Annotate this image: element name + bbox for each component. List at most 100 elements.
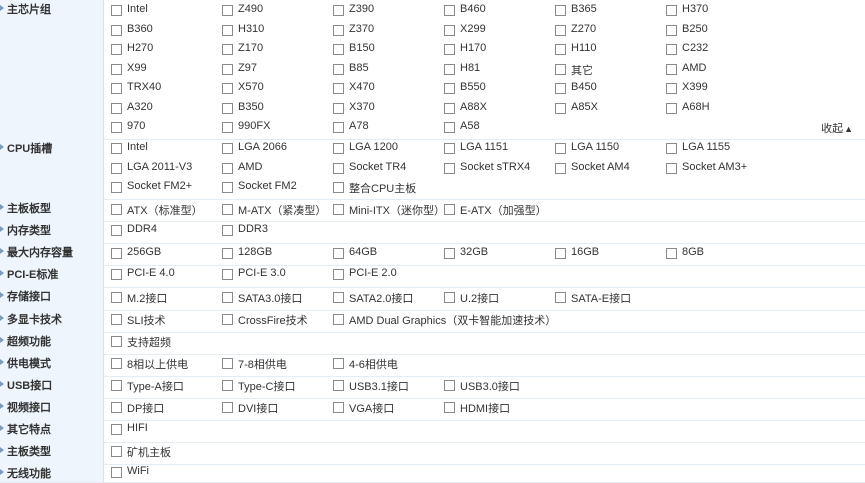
filter-checkbox[interactable] — [333, 292, 344, 303]
filter-checkbox[interactable] — [222, 402, 233, 413]
filter-checkbox[interactable] — [333, 162, 344, 174]
filter-checkbox[interactable] — [444, 204, 455, 215]
filter-checkbox[interactable] — [333, 63, 344, 75]
filter-checkbox[interactable] — [333, 44, 344, 55]
filter-option-label: HIFI — [127, 422, 148, 434]
filter-checkbox[interactable] — [444, 24, 455, 36]
filter-checkbox[interactable] — [666, 5, 677, 16]
filter-checkbox[interactable] — [222, 204, 233, 215]
filter-option-label: Socket sTRX4 — [460, 160, 531, 173]
filter-checkbox[interactable] — [111, 269, 122, 280]
filter-checkbox[interactable] — [666, 248, 677, 259]
filter-checkbox[interactable] — [222, 182, 233, 193]
filter-option-label: 128GB — [238, 246, 273, 258]
filter-checkbox[interactable] — [222, 122, 233, 133]
filter-category: 主板类型 — [0, 442, 104, 464]
filter-checkbox[interactable] — [555, 143, 566, 154]
filter-checkbox[interactable] — [444, 122, 455, 133]
filter-checkbox[interactable] — [666, 63, 677, 75]
filter-checkbox[interactable] — [111, 44, 122, 55]
filter-checkbox[interactable] — [111, 204, 122, 215]
filter-checkbox[interactable] — [333, 182, 344, 193]
filter-checkbox[interactable] — [555, 63, 566, 75]
filter-option-label: 970 — [127, 120, 146, 132]
filter-checkbox[interactable] — [333, 143, 344, 154]
filter-checkbox[interactable] — [333, 314, 344, 325]
filter-checkbox[interactable] — [444, 63, 455, 75]
filter-checkbox[interactable] — [111, 336, 122, 347]
filter-checkbox[interactable] — [333, 83, 344, 94]
filter-checkbox[interactable] — [333, 248, 344, 259]
filter-checkbox[interactable] — [111, 122, 122, 133]
filter-checkbox[interactable] — [333, 5, 344, 16]
filter-checkbox[interactable] — [111, 143, 122, 154]
filter-checkbox[interactable] — [111, 5, 122, 16]
filter-checkbox[interactable] — [333, 24, 344, 36]
filter-checkbox[interactable] — [222, 380, 233, 391]
filter-checkbox[interactable] — [222, 225, 233, 236]
filter-checkbox[interactable] — [111, 402, 122, 413]
filter-checkbox[interactable] — [111, 424, 122, 435]
filter-checkbox[interactable] — [222, 269, 233, 280]
filter-checkbox[interactable] — [444, 292, 455, 303]
filter-checkbox[interactable] — [555, 162, 566, 174]
filter-checkbox[interactable] — [111, 102, 122, 114]
filter-checkbox[interactable] — [222, 143, 233, 154]
filter-checkbox[interactable] — [555, 248, 566, 259]
filter-checkbox[interactable] — [111, 467, 122, 478]
filter-checkbox[interactable] — [111, 182, 122, 193]
filter-checkbox[interactable] — [666, 44, 677, 55]
filter-checkbox[interactable] — [222, 314, 233, 325]
filter-checkbox[interactable] — [222, 63, 233, 75]
filter-checkbox[interactable] — [444, 380, 455, 391]
filter-checkbox[interactable] — [222, 83, 233, 94]
filter-checkbox[interactable] — [111, 162, 122, 174]
filter-checkbox[interactable] — [666, 102, 677, 114]
filter-checkbox[interactable] — [444, 83, 455, 94]
filter-checkbox[interactable] — [333, 122, 344, 133]
triangle-right-icon — [0, 5, 4, 11]
filter-checkbox[interactable] — [666, 83, 677, 94]
filter-checkbox[interactable] — [222, 44, 233, 55]
filter-checkbox[interactable] — [444, 102, 455, 114]
filter-checkbox[interactable] — [111, 63, 122, 75]
filter-checkbox[interactable] — [555, 102, 566, 114]
filter-checkbox[interactable] — [555, 24, 566, 36]
filter-checkbox[interactable] — [111, 83, 122, 94]
filter-checkbox[interactable] — [111, 314, 122, 325]
filter-checkbox[interactable] — [444, 5, 455, 16]
filter-checkbox[interactable] — [222, 102, 233, 114]
filter-checkbox[interactable] — [666, 143, 677, 154]
filter-checkbox[interactable] — [222, 292, 233, 303]
filter-checkbox[interactable] — [555, 83, 566, 94]
filter-checkbox[interactable] — [333, 402, 344, 413]
filter-checkbox[interactable] — [666, 162, 677, 174]
filter-checkbox[interactable] — [333, 204, 344, 215]
filter-checkbox[interactable] — [111, 358, 122, 369]
filter-checkbox[interactable] — [222, 358, 233, 369]
filter-checkbox[interactable] — [555, 5, 566, 16]
filter-checkbox[interactable] — [222, 24, 233, 36]
filter-checkbox[interactable] — [111, 380, 122, 391]
filter-checkbox[interactable] — [444, 162, 455, 174]
filter-checkbox[interactable] — [333, 269, 344, 280]
filter-checkbox[interactable] — [555, 44, 566, 55]
filter-checkbox[interactable] — [111, 248, 122, 259]
filter-checkbox[interactable] — [222, 162, 233, 174]
filter-checkbox[interactable] — [111, 292, 122, 303]
filter-checkbox[interactable] — [222, 5, 233, 16]
filter-checkbox[interactable] — [555, 292, 566, 303]
filter-checkbox[interactable] — [333, 102, 344, 114]
filter-checkbox[interactable] — [111, 24, 122, 36]
filter-checkbox[interactable] — [444, 143, 455, 154]
filter-checkbox[interactable] — [444, 248, 455, 259]
filter-checkbox[interactable] — [111, 446, 122, 457]
filter-checkbox[interactable] — [333, 358, 344, 369]
filter-checkbox[interactable] — [222, 248, 233, 259]
filter-checkbox[interactable] — [111, 225, 122, 236]
filter-checkbox[interactable] — [444, 44, 455, 55]
collapse-button[interactable]: 收起▲ — [821, 120, 853, 136]
filter-checkbox[interactable] — [444, 402, 455, 413]
filter-checkbox[interactable] — [333, 380, 344, 391]
filter-checkbox[interactable] — [666, 24, 677, 36]
